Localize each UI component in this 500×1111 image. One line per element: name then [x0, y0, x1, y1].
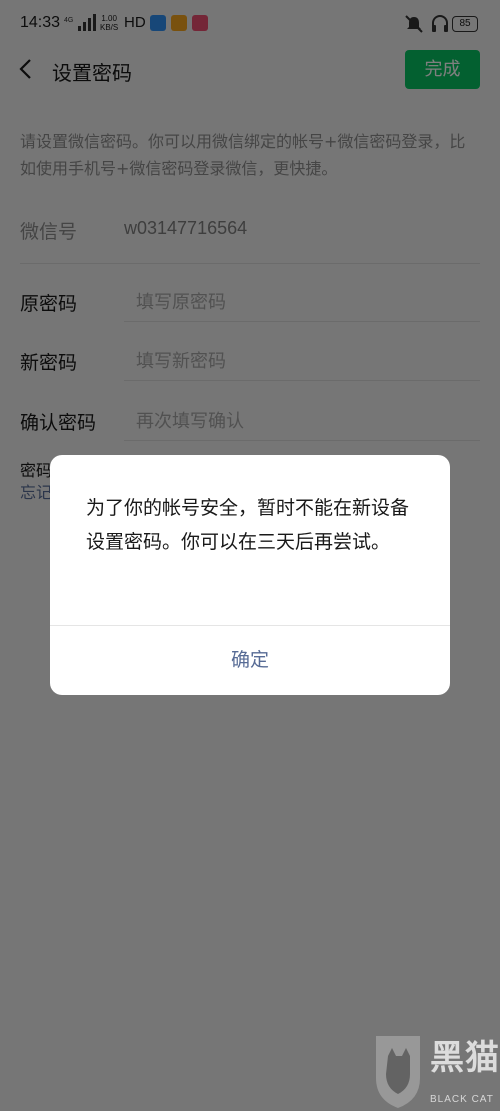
black-cat-watermark: 黑猫 BLACK CAT: [372, 1030, 500, 1111]
watermark-text: 黑猫: [430, 1038, 500, 1078]
black-cat-logo-icon: [376, 1036, 420, 1108]
watermark-subtext: BLACK CAT: [430, 1094, 494, 1105]
confirm-button[interactable]: 确定: [50, 626, 450, 695]
dialog-message: 为了你的帐号安全，暂时不能在新设备设置密码。你可以在三天后再尝试。: [86, 497, 410, 553]
alert-dialog: 为了你的帐号安全，暂时不能在新设备设置密码。你可以在三天后再尝试。 确定: [50, 455, 450, 695]
